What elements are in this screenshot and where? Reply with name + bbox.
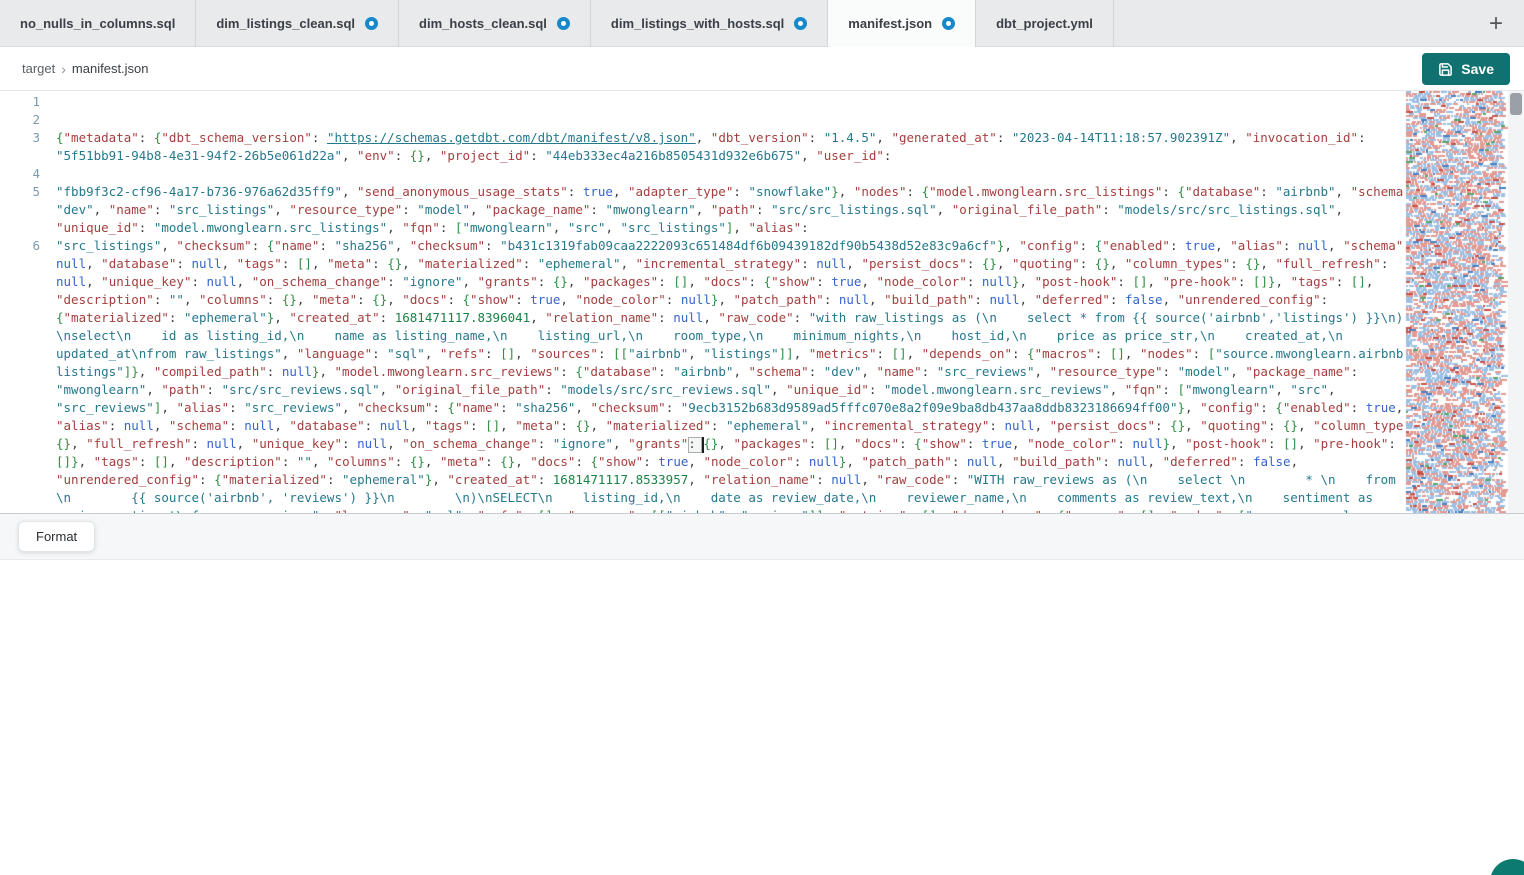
code-line[interactable]: 3{"metadata": {"dbt_schema_version": "ht… [0, 129, 1404, 165]
code-row[interactable]: \n {{ source('airbnb', 'reviews') }}\n \… [56, 489, 1404, 507]
code-row[interactable]: {"metadata": {"dbt_schema_version": "htt… [56, 129, 1404, 147]
code-row[interactable] [56, 165, 1404, 183]
format-button[interactable]: Format [18, 521, 95, 552]
code-row[interactable]: "5f51bb91-94b8-4e31-94f2-26b5e061d22a", … [56, 147, 1404, 165]
code-row[interactable]: []}, "tags": [], "description": "", "col… [56, 453, 1404, 471]
new-tab-button[interactable]: + [1476, 0, 1516, 47]
code-row[interactable]: {}, "full_refresh": null, "unique_key": … [56, 435, 1404, 453]
minimap-canvas [1404, 91, 1508, 513]
unsaved-changes-dot-icon[interactable] [794, 17, 807, 30]
code-row[interactable]: updated_at\nfrom raw_listings", "languag… [56, 345, 1404, 363]
code-row[interactable]: null, "database": null, "tags": [], "met… [56, 255, 1404, 273]
tab-dim-listings-clean-sql[interactable]: dim_listings_clean.sql [196, 0, 399, 47]
scrollbar-track[interactable] [1508, 91, 1524, 513]
unsaved-changes-dot-icon[interactable] [365, 17, 378, 30]
console-toolbar: Format [0, 513, 1524, 560]
save-icon [1438, 62, 1453, 77]
ide-window: no_nulls_in_columns.sql dim_listings_clea… [0, 0, 1524, 875]
code-row[interactable]: "src_listings", "checksum": {"name": "sh… [56, 237, 1404, 255]
code-row[interactable] [56, 111, 1404, 129]
text-cursor [702, 437, 704, 453]
code-row[interactable] [56, 93, 1404, 111]
tab-dim-hosts-clean-sql[interactable]: dim_hosts_clean.sql [399, 0, 591, 47]
chevron-right-icon: › [61, 61, 66, 77]
breadcrumb: target › manifest.json [22, 61, 149, 77]
tab-manifest-json[interactable]: manifest.json [828, 0, 976, 47]
tab-label: manifest.json [848, 16, 932, 31]
line-number: 6 [0, 237, 56, 513]
tab-label: dim_hosts_clean.sql [419, 16, 547, 31]
code-row[interactable]: "dev", "name": "src_listings", "resource… [56, 201, 1404, 219]
code-row[interactable]: "alias": null, "schema": null, "database… [56, 417, 1404, 435]
code-row[interactable]: "fbb9f3c2-cf96-4a17-b736-976a62d35ff9", … [56, 183, 1404, 201]
save-label: Save [1461, 61, 1494, 77]
code-row[interactable]: listings"]}, "compiled_path": null}, "mo… [56, 363, 1404, 381]
tab-dbt-project-yml[interactable]: dbt_project.yml [976, 0, 1114, 47]
code-row[interactable]: \nselect\n id as listing_id,\n name as l… [56, 327, 1404, 345]
line-number: 1 [0, 93, 56, 111]
line-number: 5 [0, 183, 56, 237]
tab-dim-listings-with-hosts-sql[interactable]: dim_listings_with_hosts.sql [591, 0, 828, 47]
code-line[interactable]: 6"src_listings", "checksum": {"name": "s… [0, 237, 1404, 513]
scrollbar-thumb[interactable] [1510, 93, 1522, 115]
save-button[interactable]: Save [1422, 53, 1510, 85]
unsaved-changes-dot-icon[interactable] [942, 17, 955, 30]
tab-label: dbt_project.yml [996, 16, 1093, 31]
code-row[interactable]: "mwonglearn", "path": "src/src_reviews.s… [56, 381, 1404, 399]
code-row[interactable]: "unrendered_config": {"materialized": "e… [56, 471, 1404, 489]
code-row[interactable]: {"materialized": "ephemeral"}, "created_… [56, 309, 1404, 327]
line-number: 4 [0, 165, 56, 183]
code-row[interactable]: "unique_id": "model.mwonglearn.src_listi… [56, 219, 1404, 237]
code-row[interactable]: "description": "", "columns": {}, "meta"… [56, 291, 1404, 309]
code-line[interactable]: 5"fbb9f3c2-cf96-4a17-b736-976a62d35ff9",… [0, 183, 1404, 237]
code-line[interactable]: 1 [0, 93, 1404, 111]
code-line[interactable]: 2 [0, 111, 1404, 129]
tab-label: dim_listings_clean.sql [216, 16, 355, 31]
line-number: 3 [0, 129, 56, 165]
code-row[interactable]: "src_reviews"], "alias": "src_reviews", … [56, 399, 1404, 417]
tab-label: no_nulls_in_columns.sql [20, 16, 175, 31]
tab-bar: no_nulls_in_columns.sql dim_listings_clea… [0, 0, 1524, 47]
code-line[interactable]: 4 [0, 165, 1404, 183]
tab-label: dim_listings_with_hosts.sql [611, 16, 784, 31]
line-number: 2 [0, 111, 56, 129]
code-editor[interactable]: 1 2 3{"metadata": {"dbt_schema_version":… [0, 91, 1524, 513]
tab-no-nulls-in-columns-sql[interactable]: no_nulls_in_columns.sql [0, 0, 196, 47]
minimap[interactable] [1404, 91, 1508, 513]
breadcrumb-segment: target [22, 61, 55, 76]
unsaved-changes-dot-icon[interactable] [557, 17, 570, 30]
code-row[interactable]: null, "unique_key": null, "on_schema_cha… [56, 273, 1404, 291]
breadcrumb-segment: manifest.json [72, 61, 149, 76]
breadcrumb-bar: target › manifest.json Save [0, 47, 1524, 91]
bracket-match-highlight [688, 437, 702, 453]
results-panel [0, 561, 1524, 875]
